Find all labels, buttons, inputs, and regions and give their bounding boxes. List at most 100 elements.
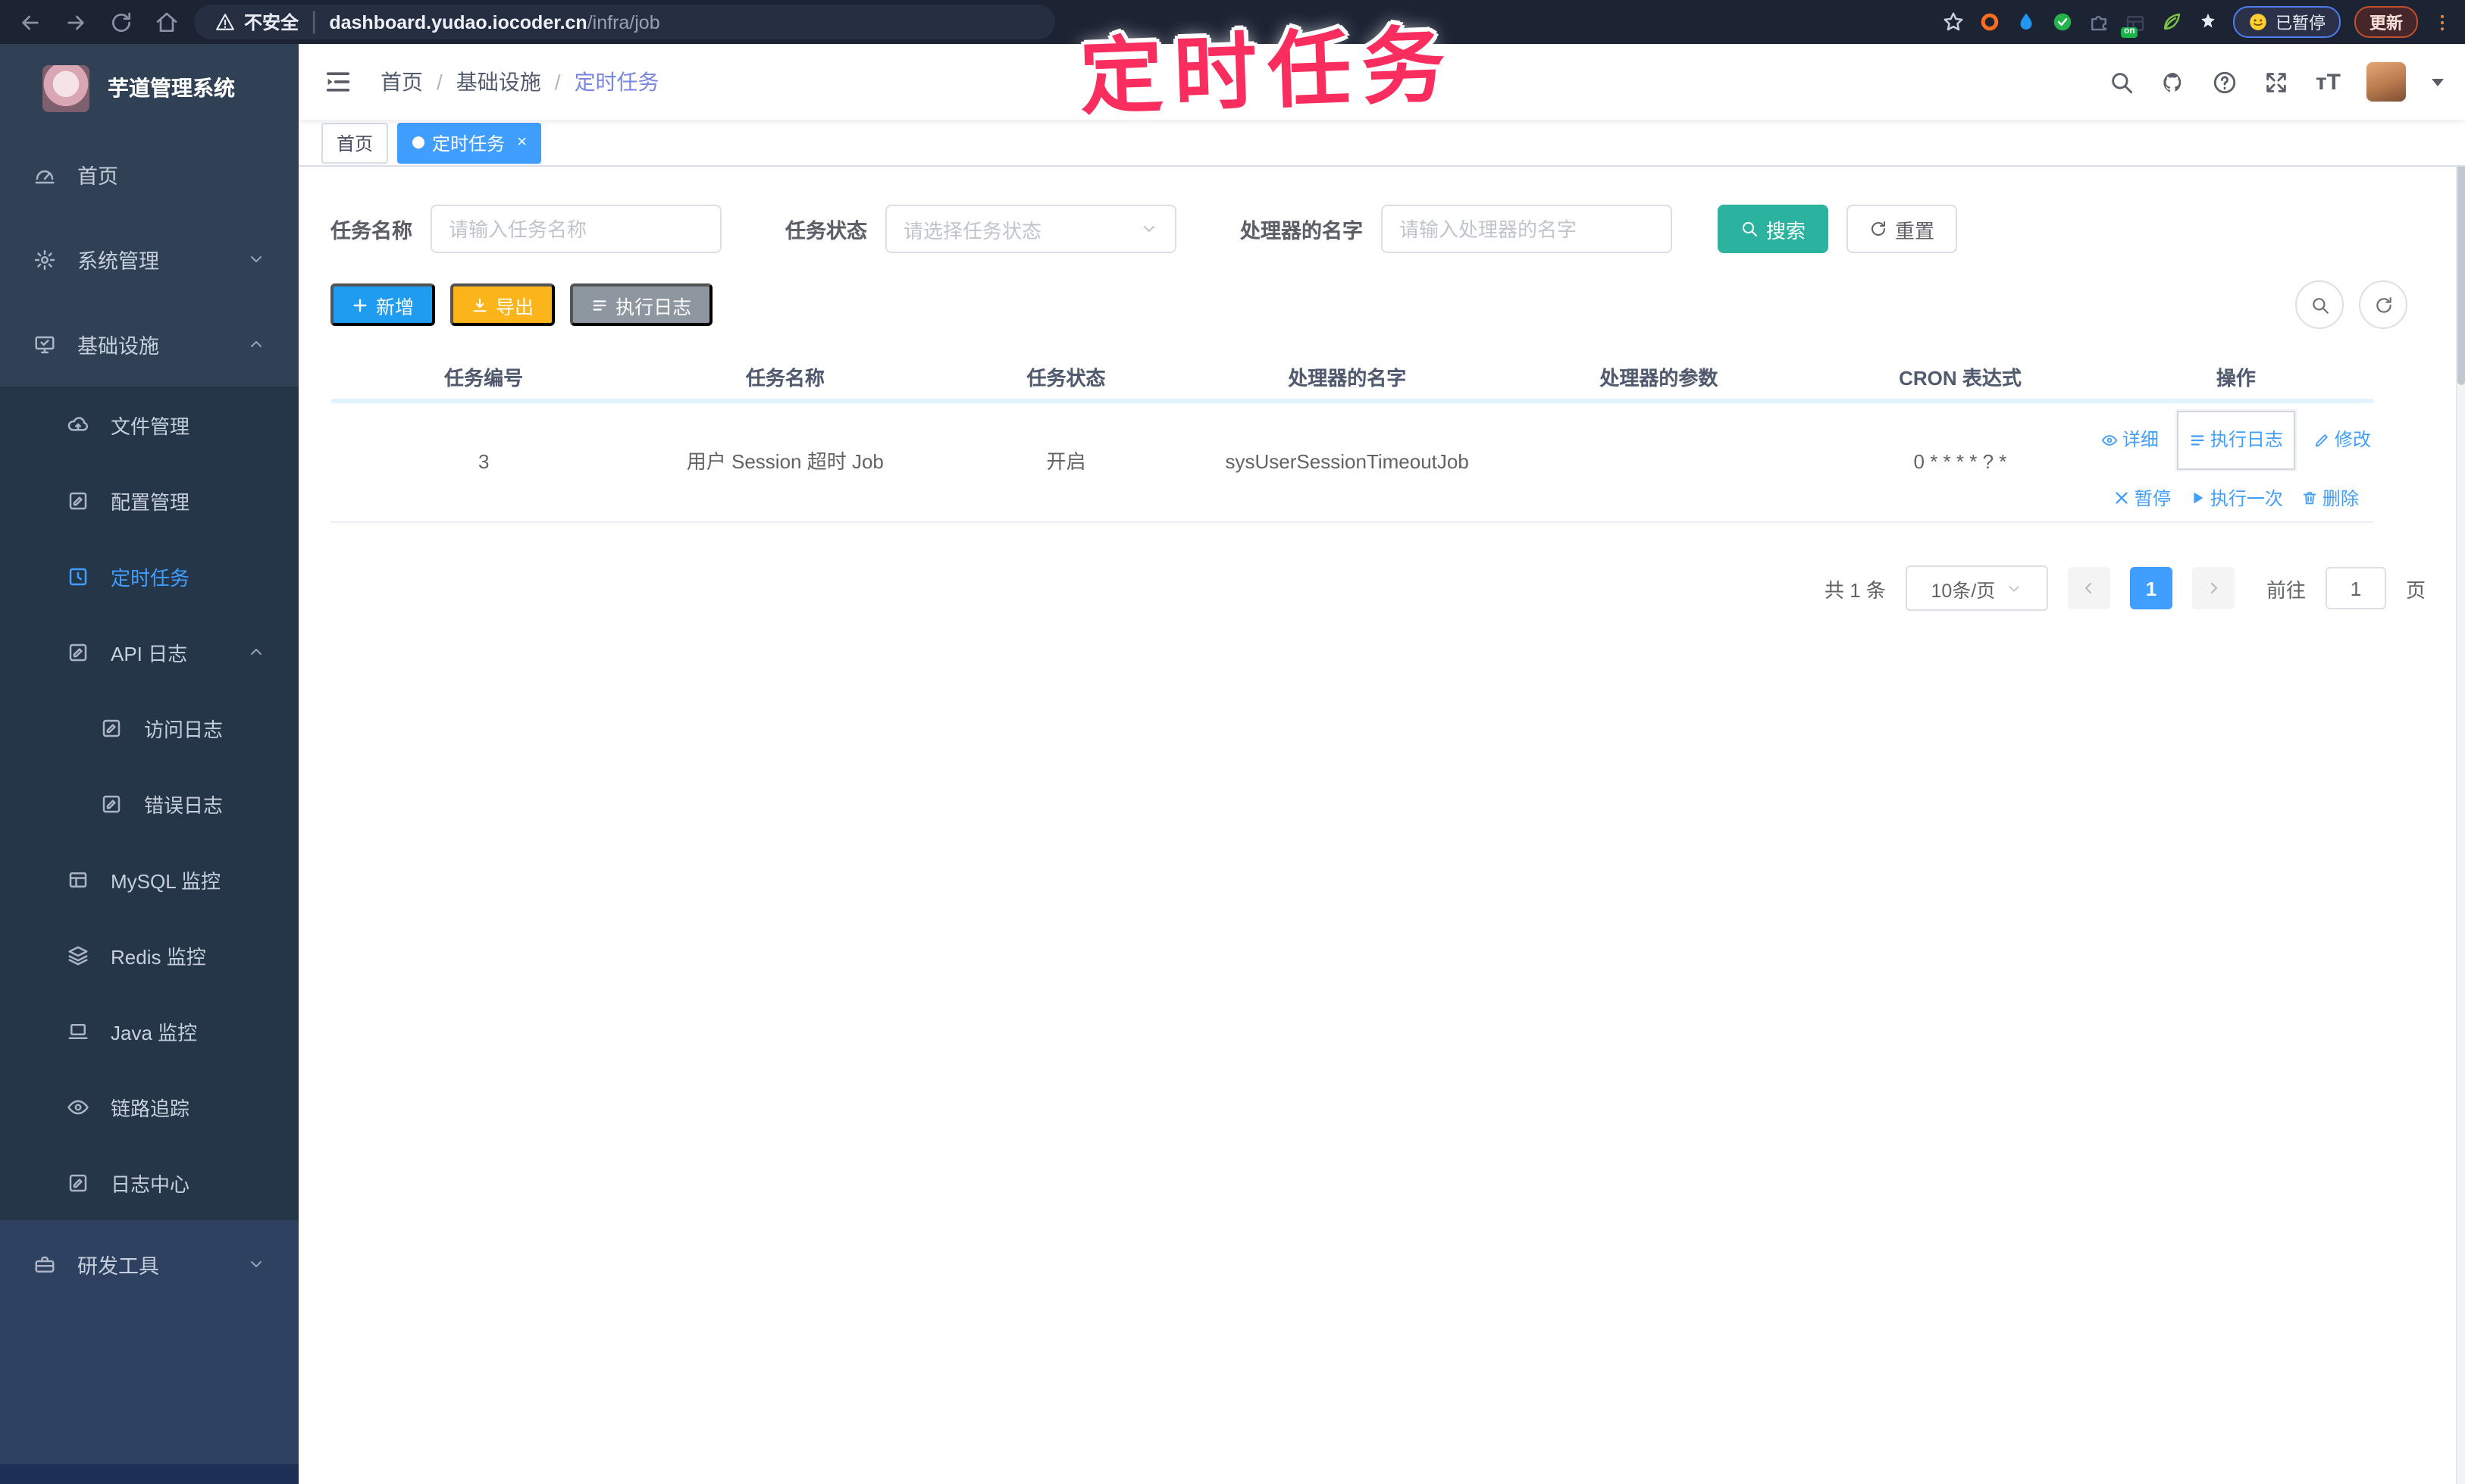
reset-button[interactable]: 重置: [1846, 205, 1958, 253]
breadcrumb: 首页 / 基础设施 / 定时任务: [381, 67, 659, 97]
security-label[interactable]: 不安全: [244, 9, 299, 35]
search-button[interactable]: 搜索: [1718, 205, 1829, 253]
sidebar-item-redis-monitor[interactable]: Redis 监控: [0, 917, 299, 993]
chevron-down-icon: [1140, 220, 1158, 238]
pagination: 共 1 条 10条/页 1 前往 页: [330, 565, 2426, 611]
monitor-check-icon: [33, 333, 56, 355]
screen: 不安全 | dashboard.yudao.iocoder.cn/infra/j…: [0, 0, 2465, 1484]
sidebar-item-api-log[interactable]: API 日志: [0, 614, 299, 690]
on-badge: on: [2121, 27, 2138, 38]
export-button[interactable]: 导出: [450, 283, 556, 326]
briefcase-icon: [33, 1253, 56, 1276]
window-scrollbar[interactable]: [2456, 44, 2465, 1484]
extension-puzzle-icon[interactable]: [2088, 11, 2110, 33]
url-text[interactable]: dashboard.yudao.iocoder.cn/infra/job: [329, 11, 659, 33]
sidebar-item-infra[interactable]: 基础设施: [0, 302, 299, 387]
extension-blue-drop-icon[interactable]: [2015, 11, 2037, 33]
log-icon: [100, 716, 123, 739]
handler-name-input[interactable]: [1381, 205, 1672, 253]
extension-green-check-icon[interactable]: [2051, 11, 2074, 33]
col-job-id: 任务编号: [444, 366, 524, 389]
github-icon[interactable]: [2161, 69, 2187, 95]
log-icon: [67, 1171, 89, 1194]
help-icon[interactable]: [2213, 69, 2238, 95]
refresh-button[interactable]: [2359, 280, 2407, 329]
sidebar-fold-icon[interactable]: [323, 67, 353, 97]
sidebar-bottom-strip: [0, 1464, 299, 1484]
sidebar-item-trace[interactable]: 链路追踪: [0, 1069, 299, 1144]
tag-scheduled-jobs[interactable]: 定时任务 ×: [397, 122, 542, 163]
sidebar-item-log-center[interactable]: 日志中心: [0, 1144, 299, 1220]
sidebar-item-mysql-monitor[interactable]: MySQL 监控: [0, 841, 299, 917]
breadcrumb-infra[interactable]: 基础设施: [456, 67, 541, 97]
handler-name-label: 处理器的名字: [1240, 220, 1363, 243]
goto-page-input[interactable]: [2325, 567, 2386, 609]
extension-leaf-icon[interactable]: [2160, 11, 2183, 33]
search-icon: [1740, 220, 1759, 238]
address-bar[interactable]: 不安全 | dashboard.yudao.iocoder.cn/infra/j…: [194, 5, 1055, 39]
table-header-row: 任务编号 任务名称 任务状态 处理器的名字 处理器的参数 CRON 表达式 操作: [330, 353, 2374, 399]
gauge-icon: [33, 163, 56, 186]
breadcrumb-home[interactable]: 首页: [381, 67, 423, 97]
sidebar-item-file-manage[interactable]: 文件管理: [0, 387, 299, 462]
hide-search-button[interactable]: [2295, 280, 2344, 329]
page-size-select[interactable]: 10条/页: [1905, 565, 2048, 611]
search-icon[interactable]: [2110, 69, 2135, 95]
browser-forward-icon[interactable]: [64, 10, 88, 34]
paused-badge[interactable]: 已暂停: [2233, 6, 2341, 38]
detail-link[interactable]: 详细: [2101, 424, 2159, 456]
job-name-label: 任务名称: [330, 220, 412, 243]
cloud-upload-icon: [67, 413, 89, 436]
cell-cron: 0 * * * * ? *: [1913, 449, 2007, 473]
browser-home-icon[interactable]: [155, 10, 179, 34]
font-size-icon[interactable]: ᴛT: [2316, 69, 2341, 95]
filter-form: 任务名称 任务状态 请选择任务状态 处理器的名字 搜索: [330, 205, 2429, 253]
run-once-link[interactable]: 执行一次: [2189, 483, 2283, 514]
job-name-input[interactable]: [431, 205, 722, 253]
breadcrumb-current: 定时任务: [574, 70, 659, 94]
sidebar-item-scheduled-jobs[interactable]: 定时任务: [0, 538, 299, 614]
sidebar-item-java-monitor[interactable]: Java 监控: [0, 993, 299, 1069]
tag-home[interactable]: 首页: [321, 122, 389, 163]
col-handler-name: 处理器的名字: [1288, 366, 1407, 389]
delete-link[interactable]: 删除: [2301, 483, 2359, 514]
table-row[interactable]: 3 用户 Session 超时 Job 开启 sysUserSessionTim…: [330, 403, 2374, 523]
pause-link[interactable]: 暂停: [2113, 483, 2171, 514]
caret-down-icon[interactable]: [2432, 78, 2444, 86]
sidebar-item-access-log[interactable]: 访问日志: [0, 690, 299, 765]
avatar[interactable]: [2366, 62, 2406, 102]
fullscreen-icon[interactable]: [2264, 69, 2290, 95]
current-page-button[interactable]: 1: [2129, 567, 2172, 609]
sidebar-item-config-manage[interactable]: 配置管理: [0, 462, 299, 538]
add-button[interactable]: 新增: [330, 283, 436, 326]
browser-menu-icon[interactable]: [2432, 11, 2453, 33]
gear-icon: [33, 248, 56, 271]
extension-pin-icon[interactable]: [2197, 11, 2219, 33]
extension-on-switch[interactable]: on: [2121, 11, 2147, 38]
next-page-button[interactable]: [2191, 567, 2235, 609]
sidebar-item-home[interactable]: 首页: [0, 132, 299, 217]
execution-log-button[interactable]: 执行日志: [570, 283, 713, 326]
job-status-select[interactable]: 请选择任务状态: [885, 205, 1176, 253]
tag-close-icon[interactable]: ×: [517, 133, 527, 152]
job-status-label: 任务状态: [785, 220, 867, 243]
browser-reload-icon[interactable]: [109, 10, 133, 34]
sidebar-item-system[interactable]: 系统管理: [0, 217, 299, 302]
refresh-icon: [1869, 220, 1887, 238]
job-log-link[interactable]: 执行日志: [2176, 411, 2295, 469]
update-button[interactable]: 更新: [2354, 6, 2418, 38]
sidebar-item-error-log[interactable]: 错误日志: [0, 765, 299, 841]
eye-icon: [2101, 432, 2118, 449]
close-icon: [2113, 490, 2130, 506]
app-logo-row[interactable]: 芋道管理系统: [0, 44, 299, 132]
laptop-icon: [67, 1019, 89, 1042]
page-content: 任务名称 任务状态 请选择任务状态 处理器的名字 搜索: [299, 167, 2465, 1484]
extension-orange-ring-icon[interactable]: [1978, 11, 2001, 33]
prev-page-button[interactable]: [2067, 567, 2110, 609]
sidebar: 芋道管理系统 首页 系统管理 基础设施 文件管理 配置管理 定时任务 API 日…: [0, 44, 299, 1484]
edit-link[interactable]: 修改: [2313, 424, 2371, 456]
bookmark-star-icon[interactable]: [1942, 11, 1965, 33]
col-cron: CRON 表达式: [1899, 366, 2022, 389]
browser-back-icon[interactable]: [18, 10, 42, 34]
sidebar-item-dev-tools[interactable]: 研发工具: [0, 1220, 299, 1308]
